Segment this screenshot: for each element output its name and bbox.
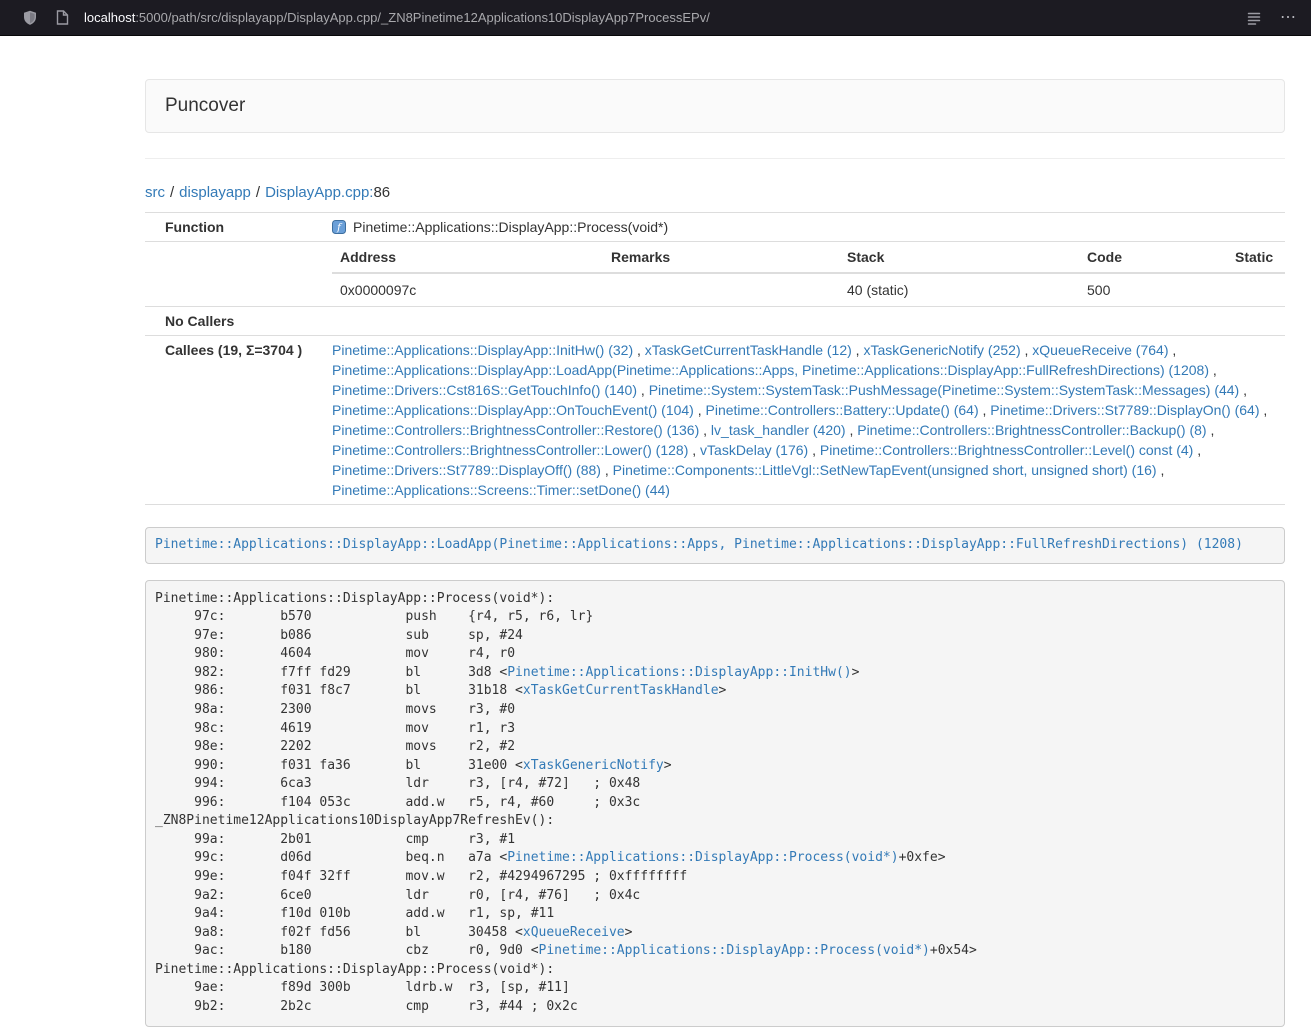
breadcrumb-separator: / bbox=[170, 184, 174, 201]
callee-link[interactable]: Pinetime::Drivers::St7789::DisplayOff() … bbox=[332, 462, 601, 478]
page-info-icon-glyph bbox=[56, 10, 69, 25]
breadcrumb-link-displayapp[interactable]: displayapp bbox=[179, 184, 251, 201]
selected-callee-box: Pinetime::Applications::DisplayApp::Load… bbox=[145, 527, 1285, 564]
callee-link[interactable]: Pinetime::Controllers::BrightnessControl… bbox=[332, 442, 688, 458]
callee-separator: , bbox=[808, 442, 820, 458]
callee-separator: , bbox=[1193, 442, 1201, 458]
code-column-header: Code bbox=[1079, 242, 1227, 273]
detail-cell: Address Remarks Stack Code Static 0x0000… bbox=[324, 242, 1285, 307]
breadcrumb-separator: / bbox=[256, 184, 260, 201]
static-value bbox=[1227, 273, 1285, 306]
callee-separator: , bbox=[1209, 362, 1217, 378]
function-name: Pinetime::Applications::DisplayApp::Proc… bbox=[353, 219, 668, 235]
breadcrumb-line-number: 86 bbox=[373, 184, 390, 201]
url-path: :5000/path/src/displayapp/DisplayApp.cpp… bbox=[135, 10, 710, 25]
disassembly-symbol-link[interactable]: Pinetime::Applications::DisplayApp::Proc… bbox=[539, 943, 930, 958]
breadcrumb-link-src[interactable]: src bbox=[145, 184, 165, 201]
callee-separator: , bbox=[633, 342, 645, 358]
no-callers-cell bbox=[324, 307, 1285, 336]
detail-header-row: Address Remarks Stack Code Static bbox=[332, 242, 1285, 273]
callee-link[interactable]: Pinetime::Drivers::St7789::DisplayOn() (… bbox=[990, 402, 1259, 418]
page-title: Puncover bbox=[165, 94, 1265, 118]
callee-link[interactable]: Pinetime::Applications::Screens::Timer::… bbox=[332, 482, 670, 498]
callee-link[interactable]: vTaskDelay (176) bbox=[700, 442, 808, 458]
url-host: localhost bbox=[84, 10, 135, 25]
page-info-icon[interactable] bbox=[54, 10, 70, 26]
function-icon: f bbox=[332, 219, 346, 233]
reader-view-icon-glyph bbox=[1247, 11, 1261, 25]
callee-separator: , bbox=[601, 462, 613, 478]
shield-icon-glyph bbox=[23, 10, 37, 26]
shield-icon[interactable] bbox=[22, 10, 38, 26]
callee-separator: , bbox=[637, 382, 649, 398]
callees-row: Callees (19, Σ=3704 ) Pinetime::Applicat… bbox=[145, 336, 1285, 505]
detail-row-spacer bbox=[145, 242, 324, 307]
callee-separator: , bbox=[1157, 462, 1165, 478]
code-value: 500 bbox=[1079, 273, 1227, 306]
callee-separator: , bbox=[688, 442, 700, 458]
reader-view-icon[interactable] bbox=[1246, 10, 1262, 26]
callee-link[interactable]: Pinetime::Components::LittleVgl::SetNewT… bbox=[613, 462, 1157, 478]
callees-list: Pinetime::Applications::DisplayApp::Init… bbox=[324, 336, 1285, 505]
stack-value: 40 (static) bbox=[839, 273, 1079, 306]
callee-link[interactable]: Pinetime::Drivers::Cst816S::GetTouchInfo… bbox=[332, 382, 637, 398]
callee-separator: , bbox=[1168, 342, 1176, 358]
callee-separator: , bbox=[694, 402, 706, 418]
function-table: Function f Pinetime::Applications::Displ… bbox=[145, 212, 1285, 505]
callee-separator: , bbox=[846, 422, 858, 438]
app-header-panel: Puncover bbox=[145, 79, 1285, 133]
function-label: Function bbox=[145, 213, 324, 242]
callee-separator: , bbox=[1021, 342, 1033, 358]
disassembly-symbol-link[interactable]: xTaskGenericNotify bbox=[523, 758, 664, 773]
no-callers-row: No Callers bbox=[145, 307, 1285, 336]
callee-link[interactable]: Pinetime::System::SystemTask::PushMessag… bbox=[649, 382, 1240, 398]
disassembly-symbol-link[interactable]: Pinetime::Applications::DisplayApp::Proc… bbox=[507, 850, 898, 865]
function-detail-table: Address Remarks Stack Code Static 0x0000… bbox=[332, 242, 1285, 306]
divider bbox=[145, 158, 1285, 159]
callee-link[interactable]: Pinetime::Controllers::BrightnessControl… bbox=[820, 442, 1193, 458]
callee-link[interactable]: Pinetime::Controllers::BrightnessControl… bbox=[857, 422, 1206, 438]
page-content: Puncover src / displayapp / DisplayApp.cpp:8… bbox=[145, 36, 1285, 1027]
callee-separator: , bbox=[852, 342, 864, 358]
callee-link[interactable]: Pinetime::Controllers::BrightnessControl… bbox=[332, 422, 699, 438]
callee-separator: , bbox=[1260, 402, 1268, 418]
callee-link[interactable]: xQueueReceive (764) bbox=[1032, 342, 1168, 358]
disassembly-symbol-link[interactable]: xTaskGetCurrentTaskHandle bbox=[523, 683, 719, 698]
static-column-header: Static bbox=[1227, 242, 1285, 273]
callee-link[interactable]: Pinetime::Applications::DisplayApp::OnTo… bbox=[332, 402, 694, 418]
function-name-cell: f Pinetime::Applications::DisplayApp::Pr… bbox=[324, 213, 1285, 242]
address-value: 0x0000097c bbox=[332, 273, 603, 306]
disassembly-symbol-link[interactable]: xQueueReceive bbox=[523, 925, 625, 940]
disassembly-symbol-link[interactable]: Pinetime::Applications::DisplayApp::Init… bbox=[507, 665, 851, 680]
callee-link[interactable]: xTaskGetCurrentTaskHandle (12) bbox=[645, 342, 852, 358]
breadcrumb-link-file[interactable]: DisplayApp.cpp: bbox=[265, 184, 373, 201]
breadcrumb: src / displayapp / DisplayApp.cpp:86 bbox=[145, 183, 1285, 203]
function-detail-row: Address Remarks Stack Code Static 0x0000… bbox=[145, 242, 1285, 307]
browser-toolbar: localhost:5000/path/src/displayapp/Displ… bbox=[0, 0, 1311, 36]
stack-column-header: Stack bbox=[839, 242, 1079, 273]
load-app-link[interactable]: Pinetime::Applications::DisplayApp::Load… bbox=[155, 537, 1243, 552]
callee-separator: , bbox=[699, 422, 711, 438]
function-row: Function f Pinetime::Applications::Displ… bbox=[145, 213, 1285, 242]
callee-link[interactable]: lv_task_handler (420) bbox=[711, 422, 846, 438]
function-icon-glyph: f bbox=[332, 220, 346, 234]
callee-link[interactable]: Pinetime::Controllers::Battery::Update()… bbox=[706, 402, 979, 418]
callee-link[interactable]: xTaskGenericNotify (252) bbox=[863, 342, 1020, 358]
address-column-header: Address bbox=[332, 242, 603, 273]
callee-link[interactable]: Pinetime::Applications::DisplayApp::Load… bbox=[332, 362, 1209, 378]
remarks-value bbox=[603, 273, 839, 306]
callee-separator: , bbox=[1239, 382, 1247, 398]
overflow-menu-button[interactable]: ⋯ bbox=[1280, 10, 1297, 26]
detail-values-row: 0x0000097c 40 (static) 500 bbox=[332, 273, 1285, 306]
callee-separator: , bbox=[979, 402, 991, 418]
callee-link[interactable]: Pinetime::Applications::DisplayApp::Init… bbox=[332, 342, 633, 358]
url-bar[interactable]: localhost:5000/path/src/displayapp/Displ… bbox=[84, 10, 1246, 25]
callee-separator: , bbox=[1207, 422, 1215, 438]
no-callers-label: No Callers bbox=[145, 307, 324, 336]
remarks-column-header: Remarks bbox=[603, 242, 839, 273]
disassembly: Pinetime::Applications::DisplayApp::Proc… bbox=[145, 580, 1285, 1027]
callees-label: Callees (19, Σ=3704 ) bbox=[145, 336, 324, 505]
